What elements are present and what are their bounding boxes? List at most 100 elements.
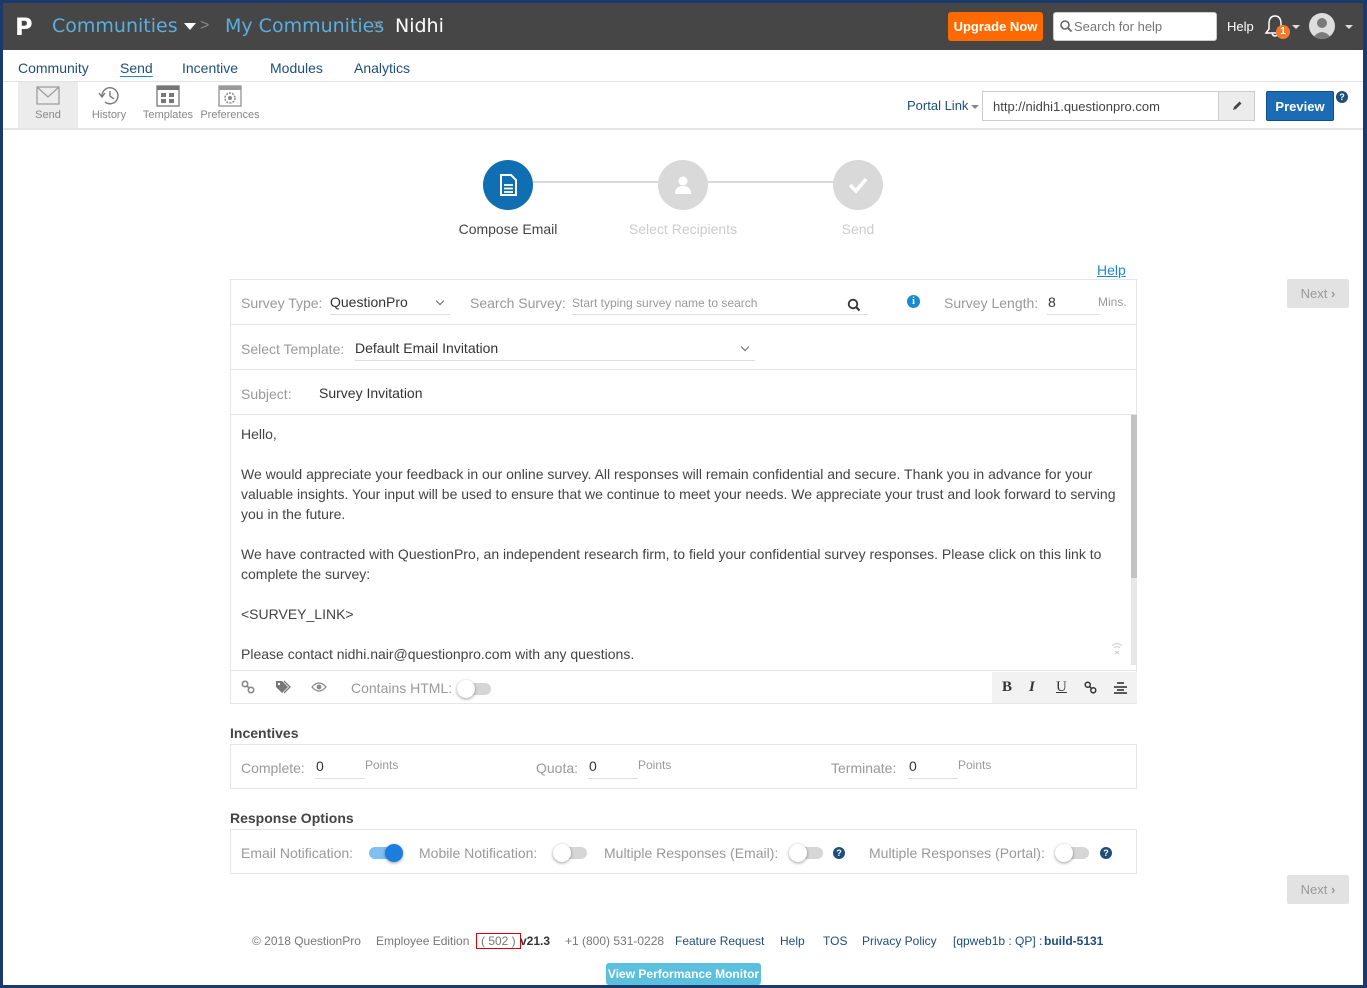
email-body-editor[interactable]: Hello, We would appreciate your feedback… <box>231 415 1137 671</box>
subject-label: Subject: <box>241 386 292 402</box>
search-survey-input[interactable]: Start typing survey name to search <box>572 296 757 310</box>
underline-button[interactable]: U <box>1056 679 1067 696</box>
breadcrumb-separator: > <box>200 17 210 34</box>
upgrade-now-button[interactable]: Upgrade Now <box>948 12 1043 41</box>
tool-send-label: Send <box>35 109 61 121</box>
survey-type-label: Survey Type: <box>241 295 323 311</box>
scrollbar-thumb[interactable] <box>1131 415 1137 578</box>
portal-url-field[interactable]: http://nidhi1.questionpro.com <box>982 91 1218 121</box>
search-icon[interactable] <box>847 298 861 312</box>
tool-send[interactable]: Send <box>18 82 78 128</box>
breadcrumb-my-communities[interactable]: My Communities <box>225 15 384 37</box>
app-frame: P Communities > My Communities > Nidhi U… <box>3 3 1363 985</box>
help-search-box[interactable] <box>1053 12 1217 41</box>
step-label-send: Send <box>841 221 875 237</box>
incentives-title: Incentives <box>230 725 299 741</box>
view-performance-monitor-button[interactable]: View Performance Monitor <box>606 963 761 985</box>
contains-html-toggle[interactable] <box>457 680 491 698</box>
editor-scrollbar[interactable] <box>1131 415 1137 665</box>
footer-link-tos[interactable]: TOS <box>823 934 847 948</box>
terminate-points-input[interactable]: 0 <box>909 758 917 774</box>
email-body-text[interactable]: Hello, We would appreciate your feedback… <box>241 424 1121 684</box>
next-label: Next <box>1300 286 1328 301</box>
breadcrumb-communities[interactable]: Communities <box>52 15 196 37</box>
caret-down-icon <box>183 23 196 30</box>
email-notification-toggle[interactable] <box>369 844 403 862</box>
align-center-icon[interactable] <box>1114 681 1127 694</box>
step-select-recipients[interactable] <box>658 160 708 210</box>
portal-link-label: Portal Link <box>907 98 969 113</box>
user-avatar[interactable] <box>1309 13 1335 39</box>
tool-templates[interactable]: Templates <box>141 82 195 128</box>
footer-link-help[interactable]: Help <box>780 934 805 948</box>
question-help-icon[interactable]: ? <box>1336 91 1348 103</box>
body-paragraph: <SURVEY_LINK> <box>241 606 354 622</box>
tab-send[interactable]: Send <box>120 60 153 76</box>
tool-preferences-label: Preferences <box>200 109 260 121</box>
caret-down-icon <box>1292 25 1300 29</box>
next-button-top[interactable]: Next › <box>1287 279 1349 308</box>
points-unit: Points <box>638 758 672 772</box>
edit-portal-url-button[interactable] <box>1218 91 1255 121</box>
input-underline <box>908 778 958 779</box>
templates-icon <box>156 85 180 107</box>
breadcrumb-communities-label: Communities <box>52 15 178 37</box>
chevron-right-icon: › <box>1331 882 1336 897</box>
chevron-down-icon <box>435 296 445 306</box>
history-icon <box>98 87 119 105</box>
toggle-knob <box>553 844 571 862</box>
points-unit: Points <box>365 758 399 772</box>
tags-icon[interactable] <box>275 680 291 694</box>
eye-icon[interactable] <box>311 681 327 693</box>
survey-type-select[interactable]: QuestionPro <box>330 294 408 310</box>
input-underline <box>315 778 365 779</box>
caret-down-icon <box>1345 25 1353 29</box>
mobile-notification-toggle[interactable] <box>553 844 587 862</box>
tab-analytics[interactable]: Analytics <box>354 60 410 76</box>
tool-history[interactable]: History <box>81 82 137 128</box>
input-underline <box>588 778 638 779</box>
info-icon[interactable]: i <box>907 295 920 308</box>
footer-link-privacy-policy[interactable]: Privacy Policy <box>862 934 937 948</box>
multiple-responses-portal-toggle[interactable] <box>1055 844 1089 862</box>
pencil-icon <box>1233 101 1242 110</box>
template-select[interactable]: Default Email Invitation <box>355 340 498 356</box>
footer-link-feature-request[interactable]: Feature Request <box>675 934 764 948</box>
next-button-bottom[interactable]: Next › <box>1287 875 1349 904</box>
help-link[interactable]: Help <box>1097 262 1126 278</box>
bold-button[interactable]: B <box>1002 679 1012 696</box>
quota-label: Quota: <box>536 760 579 776</box>
italic-button[interactable]: I <box>1029 679 1035 696</box>
complete-points-input[interactable]: 0 <box>316 758 324 774</box>
quota-points-input[interactable]: 0 <box>589 758 597 774</box>
caret-down-icon <box>971 104 980 109</box>
step-compose-email[interactable] <box>483 160 533 210</box>
tab-modules[interactable]: Modules <box>270 60 323 76</box>
user-icon <box>675 176 691 194</box>
link-icon[interactable] <box>241 680 255 694</box>
insert-link-icon[interactable] <box>1084 681 1097 694</box>
chevron-right-icon: › <box>1331 286 1336 301</box>
tab-incentive[interactable]: Incentive <box>182 60 238 76</box>
portal-link-dropdown[interactable]: Portal Link <box>907 98 980 113</box>
breadcrumb-current: Nidhi <box>395 15 444 37</box>
multiple-responses-email-toggle[interactable] <box>789 844 823 862</box>
tab-community[interactable]: Community <box>18 60 89 76</box>
response-options-title: Response Options <box>230 810 354 826</box>
body-paragraph: Hello, <box>241 426 277 442</box>
step-send[interactable] <box>833 160 883 210</box>
questionpro-logo[interactable]: P <box>15 13 33 41</box>
help-search-input[interactable] <box>1074 16 1212 37</box>
preview-button[interactable]: Preview <box>1266 91 1334 121</box>
question-help-icon[interactable]: ? <box>833 847 845 859</box>
input-underline <box>572 314 868 315</box>
document-icon <box>500 174 517 196</box>
footer-edition: Employee Edition <box>376 934 470 948</box>
survey-length-input[interactable]: 8 <box>1048 294 1056 310</box>
help-link[interactable]: Help <box>1227 19 1254 34</box>
subject-input[interactable]: Survey Invitation <box>319 385 423 401</box>
question-help-icon[interactable]: ? <box>1100 847 1112 859</box>
mobile-notification-label: Mobile Notification: <box>419 845 538 861</box>
send-toolbar: Send History Templates Preferences Porta… <box>3 82 1363 130</box>
tool-preferences[interactable]: Preferences <box>199 82 261 128</box>
